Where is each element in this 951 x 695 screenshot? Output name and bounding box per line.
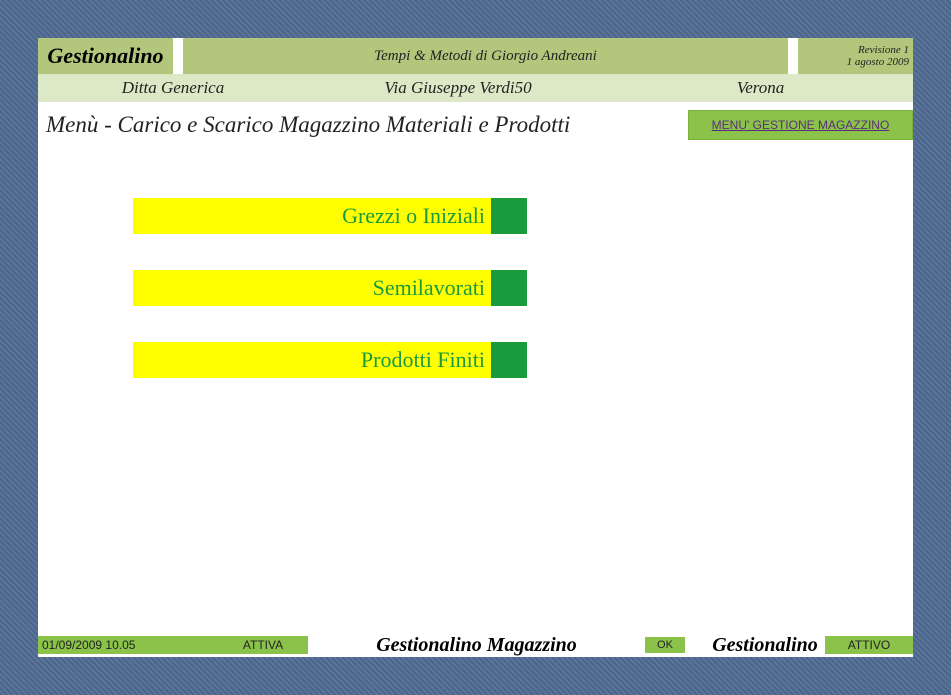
menu-button-label: Prodotti Finiti: [133, 342, 491, 378]
menu-button-semilavorati[interactable]: Semilavorati: [133, 270, 527, 306]
header-gap: [173, 38, 183, 74]
footer-status-attivo: ATTIVO: [825, 636, 913, 654]
footer-datetime: 01/09/2009 10.05: [38, 636, 218, 654]
footer-brand: Gestionalino: [705, 634, 825, 657]
revision-label: Revisione 1: [802, 44, 909, 56]
menu-button-icon: [491, 198, 527, 234]
company-info-row: Ditta Generica Via Giuseppe Verdi50 Vero…: [38, 74, 913, 102]
revision-date: 1 agosto 2009: [802, 56, 909, 68]
header-gap: [788, 38, 798, 74]
header-subtitle: Tempi & Metodi di Giorgio Andreani: [183, 38, 788, 74]
page-title: Menù - Carico e Scarico Magazzino Materi…: [38, 110, 688, 140]
footer-bar: 01/09/2009 10.05 ATTIVA Gestionalino Mag…: [38, 635, 913, 655]
header-top: Gestionalino Tempi & Metodi di Giorgio A…: [38, 38, 913, 74]
app-frame: Gestionalino Tempi & Metodi di Giorgio A…: [38, 38, 913, 657]
company-address: Via Giuseppe Verdi50: [308, 78, 608, 98]
menu-button-label: Semilavorati: [133, 270, 491, 306]
menu-gestione-magazzino-link[interactable]: MENU' GESTIONE MAGAZZINO: [688, 110, 913, 140]
revision-info: Revisione 1 1 agosto 2009: [798, 38, 913, 74]
footer-status-attiva: ATTIVA: [218, 636, 308, 654]
footer-center-title: Gestionalino Magazzino: [308, 634, 645, 657]
company-city: Verona: [608, 78, 913, 98]
menu-title-row: Menù - Carico e Scarico Magazzino Materi…: [38, 110, 913, 140]
footer-ok-badge: OK: [645, 637, 685, 653]
menu-button-grezzi[interactable]: Grezzi o Iniziali: [133, 198, 527, 234]
menu-button-prodotti-finiti[interactable]: Prodotti Finiti: [133, 342, 527, 378]
company-name: Ditta Generica: [38, 78, 308, 98]
menu-button-icon: [491, 270, 527, 306]
brand-logo: Gestionalino: [38, 38, 173, 74]
menu-button-label: Grezzi o Iniziali: [133, 198, 491, 234]
main-content: Grezzi o Iniziali Semilavorati Prodotti …: [38, 140, 913, 657]
menu-button-icon: [491, 342, 527, 378]
